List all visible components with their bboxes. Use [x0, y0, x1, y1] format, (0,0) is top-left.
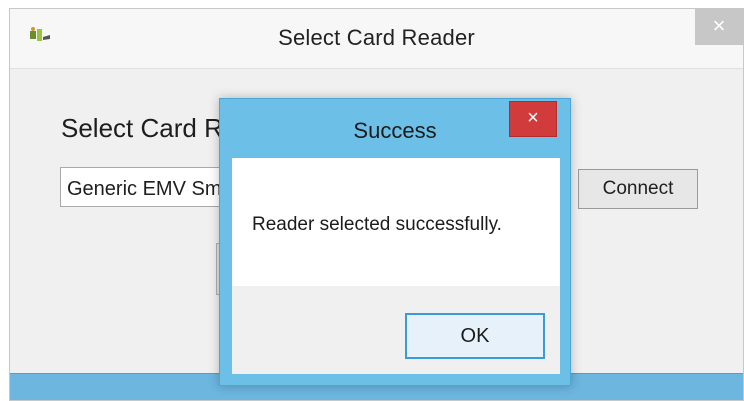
dialog-footer: OK	[232, 286, 560, 374]
close-icon: ×	[712, 13, 726, 38]
reader-select-field[interactable]: Generic EMV Smartcard Reader	[60, 167, 240, 207]
select-reader-label: Select Card Reader	[61, 113, 231, 143]
dialog-close-button[interactable]: ×	[509, 101, 557, 137]
dialog-message: Reader selected successfully.	[252, 214, 502, 235]
close-icon: ×	[527, 107, 539, 129]
connect-button[interactable]: Connect	[578, 169, 698, 209]
main-titlebar[interactable]: Select Card Reader ×	[10, 9, 743, 68]
success-dialog: Success × Reader selected successfully. …	[219, 98, 571, 386]
dialog-body: Reader selected successfully.	[232, 158, 560, 286]
window-close-button[interactable]: ×	[695, 9, 743, 45]
window-title: Select Card Reader	[278, 25, 475, 50]
ok-button[interactable]: OK	[405, 313, 545, 359]
